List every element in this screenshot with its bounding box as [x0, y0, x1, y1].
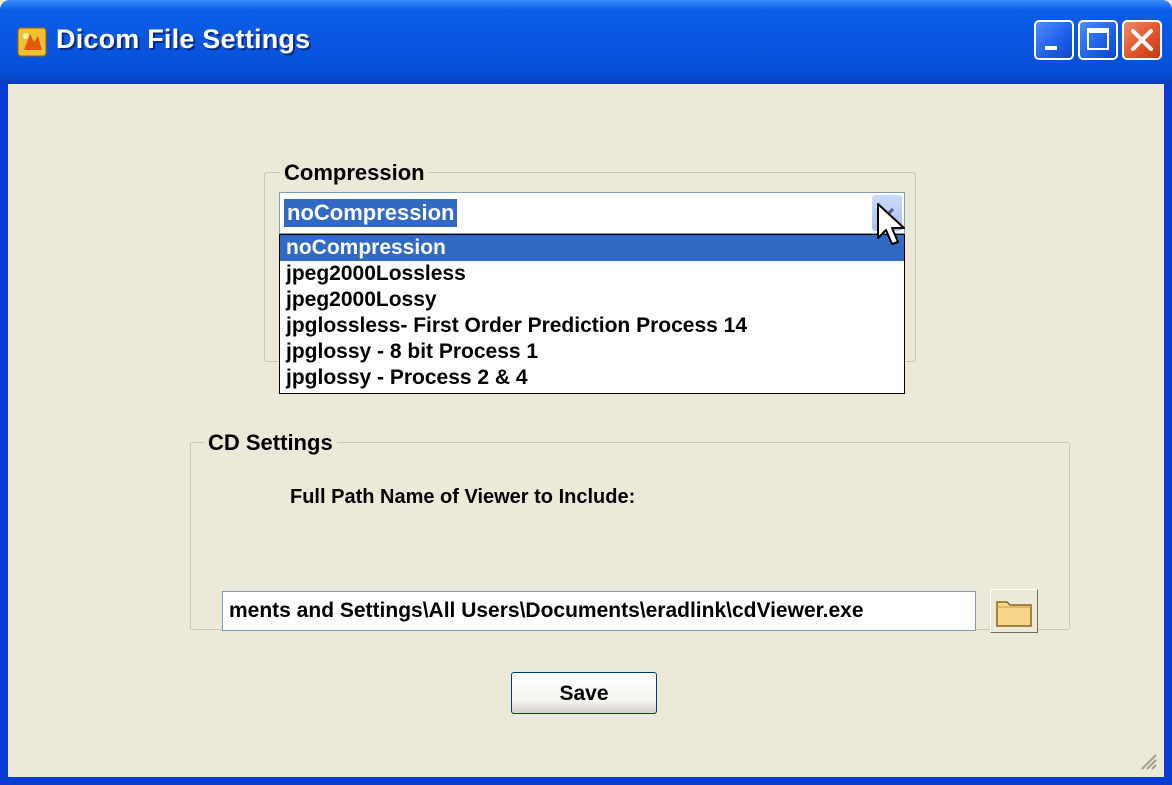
mouse-cursor-icon — [877, 203, 905, 245]
dropdown-option[interactable]: jpglossy - 8 bit Process 1 — [280, 339, 904, 365]
dropdown-option[interactable]: jpglossless- First Order Prediction Proc… — [280, 313, 904, 339]
folder-icon — [996, 601, 1032, 627]
viewer-path-label: Full Path Name of Viewer to Include: — [290, 486, 636, 508]
dropdown-option[interactable]: jpeg2000Lossy — [280, 287, 904, 313]
save-button[interactable]: Save — [511, 672, 657, 714]
app-icon — [17, 27, 47, 57]
dropdown-option[interactable]: noCompression — [280, 235, 904, 261]
dialog-window: Dicom File Settings Compression noCompre… — [0, 0, 1172, 785]
maximize-button[interactable] — [1078, 20, 1118, 60]
compression-group-label: Compression — [280, 160, 429, 186]
dropdown-option[interactable]: jpeg2000Lossless — [280, 261, 904, 287]
resize-grip-icon[interactable] — [1136, 749, 1158, 771]
window-title: Dicom File Settings — [56, 24, 311, 54]
browse-button[interactable] — [990, 589, 1038, 633]
compression-selected-value: noCompression — [284, 199, 458, 227]
minimize-button[interactable] — [1034, 20, 1074, 60]
dropdown-option[interactable]: jpglossy - Process 2 & 4 — [280, 365, 904, 391]
minimize-icon — [1045, 46, 1057, 50]
compression-dropdown-list[interactable]: noCompression jpeg2000Lossless jpeg2000L… — [279, 234, 905, 394]
close-button[interactable] — [1122, 20, 1162, 60]
close-icon — [1131, 29, 1153, 51]
title-bar[interactable]: Dicom File Settings — [0, 0, 1172, 84]
compression-combobox[interactable]: noCompression — [279, 192, 905, 234]
cd-settings-group-label: CD Settings — [204, 430, 337, 456]
dialog-body: Compression noCompression noCompression … — [8, 84, 1164, 777]
maximize-icon — [1087, 28, 1109, 50]
viewer-path-field[interactable]: ments and Settings\All Users\Documents\e… — [222, 591, 976, 631]
